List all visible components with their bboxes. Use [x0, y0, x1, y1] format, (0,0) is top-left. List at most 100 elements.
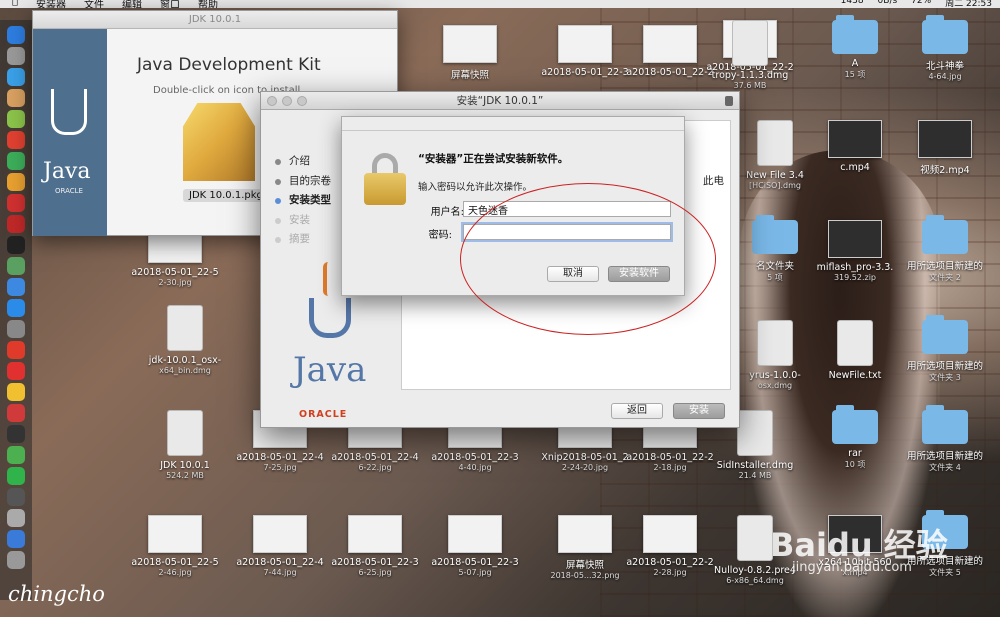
installer-titlebar[interactable]: 安装“JDK 10.0.1”	[261, 92, 739, 110]
desktop-file-icon[interactable]: jdk-10.0.1_osx-x64_bin.dmg	[140, 305, 230, 375]
step-summary: 摘要	[275, 230, 331, 250]
dock-safari-icon[interactable]	[7, 68, 25, 86]
dock-app-icon[interactable]	[7, 194, 25, 212]
dock-settings-icon[interactable]	[7, 320, 25, 338]
menu-edit[interactable]: 编辑	[122, 0, 142, 8]
dock-app-icon[interactable]	[7, 278, 25, 296]
dock-wechat-icon[interactable]	[7, 467, 25, 485]
desktop-file-label: a2018-05-01_22-4	[236, 557, 324, 568]
desktop-file-icon[interactable]: 用所选项目新建的 文件夹 3	[900, 315, 990, 383]
lock-icon	[725, 96, 733, 106]
menu-file[interactable]: 文件	[84, 0, 104, 8]
desktop-file-icon[interactable]: 屏幕快照	[425, 25, 515, 81]
install-button[interactable]: 安装	[673, 403, 725, 419]
status-cpu[interactable]: 1438	[841, 0, 864, 8]
desktop-file-icon[interactable]: a2018-05-01_22-5 2-46.jpg	[130, 515, 220, 577]
dock-app-icon[interactable]	[7, 551, 25, 569]
desktop-file-icon[interactable]: 名文件夹 5 项	[730, 215, 820, 283]
desktop-file-icon[interactable]: NewFile.txt	[810, 320, 900, 381]
desktop-file-sublabel: 10 项	[844, 460, 866, 469]
oracle-logo-text: ORACLE	[55, 187, 83, 195]
disk-image-icon	[167, 305, 203, 351]
dock-vivaldi-icon[interactable]	[7, 404, 25, 422]
dock-app-icon[interactable]	[7, 215, 25, 233]
minimize-button[interactable]	[282, 96, 292, 106]
desktop-file-label: a2018-05-01_22-3	[431, 557, 519, 568]
desktop-file-icon[interactable]: 北斗神拳 4-64.jpg	[900, 15, 990, 81]
auth-dialog[interactable]: “安装器”正在尝试安装新软件。 输入密码以允许此次操作。 用户名: 密码: 取消…	[341, 116, 685, 296]
desktop-file-icon[interactable]: 用所选项目新建的 文件夹 4	[900, 405, 990, 473]
java-cup-icon	[51, 89, 87, 135]
back-button[interactable]: 返回	[611, 403, 663, 419]
desktop-file-icon[interactable]: rar 10 项	[810, 405, 900, 470]
desktop-file-icon[interactable]: tropy-1.1.3.dmg 37.6 MB	[705, 20, 795, 90]
desktop-file-icon[interactable]: a2018-05-01_22-3	[540, 25, 630, 78]
desktop-file-label: a2018-05-01_22-3	[541, 67, 629, 78]
menu-help[interactable]: 帮助	[198, 0, 218, 8]
desktop-file-icon[interactable]: a2018-05-01_22-2 2-28.jpg	[625, 515, 715, 577]
password-label: 密码:	[428, 230, 452, 241]
status-clock[interactable]: 周二 22:53	[945, 0, 992, 8]
desktop-file-label: SidInstaller.dmg	[716, 460, 794, 471]
desktop-file-label: a2018-05-01_22-3	[331, 557, 419, 568]
dock-windows-icon[interactable]	[7, 530, 25, 548]
dock-app-icon[interactable]	[7, 152, 25, 170]
desktop-file-icon[interactable]: yrus-1.0.0- osx.dmg	[730, 320, 820, 390]
desktop-file-sublabel: 2018-05...32.png	[550, 571, 620, 580]
desktop-file-label: JDK 10.0.1	[160, 460, 210, 471]
desktop-file-icon[interactable]: a2018-05-01_22-3 5-07.jpg	[430, 515, 520, 577]
pane-text: 此电	[703, 175, 724, 187]
desktop-file-label: A	[851, 58, 859, 69]
package-icon[interactable]	[183, 103, 255, 181]
baidu-url-watermark: jingyan.baidu.com	[792, 560, 912, 575]
desktop-file-icon[interactable]: 视频2.mp4	[900, 120, 990, 176]
dock-terminal-icon[interactable]	[7, 236, 25, 254]
dock-appstore-icon[interactable]	[7, 299, 25, 317]
desktop-file-label: Xnip2018-05-01_2	[541, 452, 629, 463]
desktop-file-icon[interactable]: a2018-05-01_22-2	[625, 25, 715, 78]
dock-app-icon[interactable]	[7, 425, 25, 443]
desktop-file-sublabel: 2-46.jpg	[158, 568, 192, 577]
dock-app-icon[interactable]	[7, 446, 25, 464]
desktop-file-icon[interactable]: 用所选项目新建的 文件夹 2	[900, 215, 990, 283]
desktop-file-sublabel: 文件夹 5	[929, 568, 961, 577]
jdk-window-title[interactable]: JDK 10.0.1	[33, 11, 397, 29]
password-input[interactable]	[463, 224, 671, 240]
apple-icon[interactable]: 	[12, 0, 18, 8]
username-input[interactable]	[463, 201, 671, 217]
dock-launchpad-icon[interactable]	[7, 47, 25, 65]
package-label[interactable]: JDK 10.0.1.pkg	[183, 189, 269, 202]
dock-finder-icon[interactable]	[7, 26, 25, 44]
step-destination: 目的宗卷	[275, 172, 331, 192]
menu-window[interactable]: 窗口	[160, 0, 180, 8]
desktop-file-icon[interactable]: New File 3.4 [HCiSO].dmg	[730, 120, 820, 190]
desktop-file-icon[interactable]: c.mp4	[810, 120, 900, 173]
dock-chrome-icon[interactable]	[7, 383, 25, 401]
dock-app-icon[interactable]	[7, 173, 25, 191]
dock-weibo-icon[interactable]	[7, 341, 25, 359]
desktop-file-icon[interactable]: 屏幕快照 2018-05...32.png	[540, 515, 630, 580]
desktop-file-icon[interactable]: A 15 项	[810, 15, 900, 80]
dock-yandex-icon[interactable]	[7, 362, 25, 380]
dock-contacts-icon[interactable]	[7, 89, 25, 107]
menu-installer[interactable]: 安装器	[36, 0, 66, 8]
status-network[interactable]: 0B/s	[878, 0, 898, 8]
install-software-button[interactable]: 安装软件	[608, 266, 670, 282]
dock-android-icon[interactable]	[7, 110, 25, 128]
dock-app-icon[interactable]	[7, 131, 25, 149]
desktop-file-icon[interactable]: a2018-05-01_22-4 7-44.jpg	[235, 515, 325, 577]
desktop-file-sublabel: 2-18.jpg	[653, 463, 687, 472]
desktop-file-label: 用所选项目新建的	[906, 361, 983, 372]
status-battery[interactable]: 72%	[911, 0, 931, 8]
desktop-file-label: 北斗神拳	[925, 61, 964, 72]
desktop-file-icon[interactable]: JDK 10.0.1 524.2 MB	[140, 410, 230, 480]
close-button[interactable]	[267, 96, 277, 106]
dock-app-icon[interactable]	[7, 488, 25, 506]
desktop-file-label: New File 3.4	[746, 170, 804, 181]
desktop-file-icon[interactable]: miflash_pro-3.3. 319.52.zip	[810, 220, 900, 282]
zoom-button[interactable]	[297, 96, 307, 106]
desktop-file-icon[interactable]: a2018-05-01_22-3 6-25.jpg	[330, 515, 420, 577]
dock-app-icon[interactable]	[7, 509, 25, 527]
cancel-button[interactable]: 取消	[547, 266, 599, 282]
dock-app-icon[interactable]	[7, 257, 25, 275]
